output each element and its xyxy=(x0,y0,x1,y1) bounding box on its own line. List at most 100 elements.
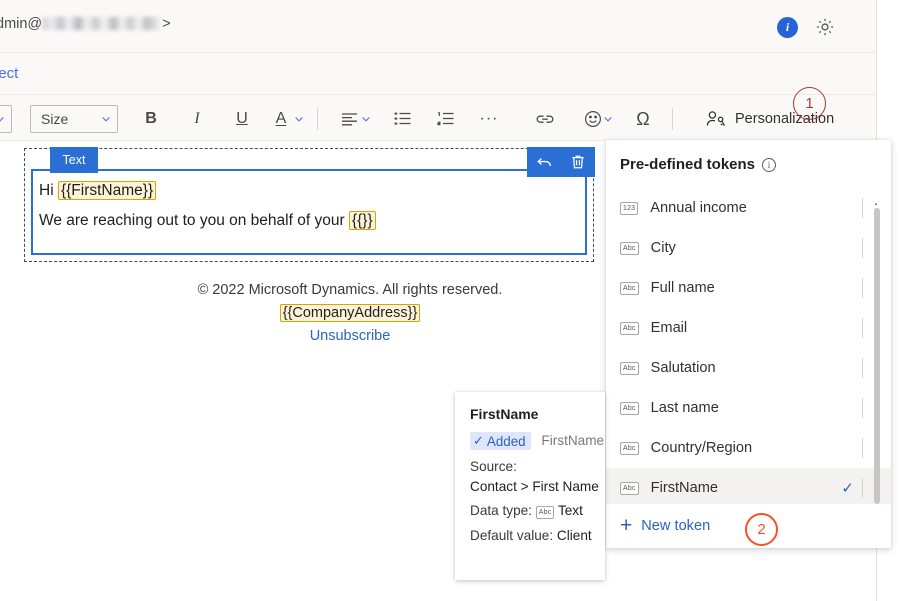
token-list-item[interactable]: AbcCity··· xyxy=(606,228,891,268)
row-divider xyxy=(862,478,863,498)
underline-button[interactable]: U xyxy=(225,103,259,135)
from-address-suffix: > xyxy=(162,16,170,32)
text-type-icon: Abc xyxy=(620,242,639,255)
flyout-token-name: FirstName xyxy=(541,433,604,448)
row-divider xyxy=(862,198,863,218)
underline-label: U xyxy=(236,110,248,128)
text-block-content[interactable]: Hi {{FirstName}} We are reaching out to … xyxy=(31,169,587,255)
bold-label: B xyxy=(145,110,157,128)
email-editor-app: dmin@ > i ject Size B I xyxy=(0,0,876,601)
text-type-icon: Abc xyxy=(620,442,639,455)
flyout-added-row: ✓Added FirstName xyxy=(470,432,605,450)
numbered-list-icon[interactable] xyxy=(428,103,462,135)
body-line-1-text: Hi xyxy=(39,182,58,199)
predefined-tokens-panel: Pre-defined tokens i 123Annual income···… xyxy=(606,140,891,548)
omega-icon: Ω xyxy=(636,109,649,130)
subject-row: ject xyxy=(0,54,876,95)
body-line-2: We are reaching out to you on behalf of … xyxy=(39,206,579,236)
token-selected-check-icon: ✓ xyxy=(841,479,854,497)
token-list-scrollbar[interactable] xyxy=(874,208,880,504)
font-family-dropdown[interactable] xyxy=(0,105,12,133)
personalization-token-companyaddress[interactable]: {{CompanyAddress}} xyxy=(280,304,421,322)
token-list-item-label: Email xyxy=(651,320,862,336)
number-type-icon: 123 xyxy=(620,202,638,215)
flyout-default-row: Default value: Client xyxy=(470,528,605,543)
token-list-item-label: City xyxy=(651,240,862,256)
token-list-item[interactable]: AbcEmail··· xyxy=(606,308,891,348)
block-type-label: Text xyxy=(50,147,98,173)
flyout-datatype-value: Text xyxy=(558,503,583,518)
chevron-down-icon xyxy=(0,114,5,124)
token-list-item-label: FirstName xyxy=(651,480,842,496)
more-options-button[interactable]: ··· xyxy=(472,103,506,135)
body-line-2-text: We are reaching out to you on behalf of … xyxy=(39,212,349,229)
predefined-tokens-title: Pre-defined tokens xyxy=(620,156,755,173)
info-outline-icon[interactable]: i xyxy=(762,158,776,172)
token-list-item[interactable]: AbcFirstName✓··· xyxy=(606,468,891,508)
row-divider xyxy=(862,398,863,418)
text-type-icon: Abc xyxy=(620,402,639,415)
font-color-label: A xyxy=(276,110,287,128)
gear-icon[interactable] xyxy=(814,16,836,38)
flyout-default-label: Default value: xyxy=(470,528,553,543)
personalization-token-firstname[interactable]: {{FirstName}} xyxy=(58,181,156,200)
subject-link[interactable]: ject xyxy=(0,65,18,82)
row-divider xyxy=(862,278,863,298)
redacted-domain xyxy=(43,17,161,30)
bulleted-list-icon[interactable] xyxy=(385,103,419,135)
formatting-toolbar: Size B I U A ··· xyxy=(0,96,876,141)
chevron-down-icon xyxy=(101,114,111,124)
flyout-datatype-label: Data type: xyxy=(470,503,532,518)
font-size-dropdown[interactable]: Size xyxy=(30,105,118,133)
toolbar-divider xyxy=(317,108,318,130)
personalization-label: Personalization xyxy=(735,111,834,127)
flyout-default-value: Client xyxy=(557,528,592,543)
added-badge-label: Added xyxy=(487,434,526,449)
token-list-item[interactable]: AbcSalutation··· xyxy=(606,348,891,388)
plus-icon: + xyxy=(620,517,632,535)
text-type-icon: Abc xyxy=(536,506,555,519)
token-list-item[interactable]: AbcLast name··· xyxy=(606,388,891,428)
token-list-item[interactable]: AbcFull name··· xyxy=(606,268,891,308)
undo-icon[interactable] xyxy=(535,153,553,171)
row-divider xyxy=(862,358,863,378)
footer-copyright: © 2022 Microsoft Dynamics. All rights re… xyxy=(0,279,700,302)
text-type-icon: Abc xyxy=(620,322,639,335)
align-chevron[interactable] xyxy=(358,103,374,135)
token-list-item[interactable]: 123Annual income··· xyxy=(606,188,891,228)
personalization-button[interactable]: Personalization xyxy=(700,104,840,134)
row-divider xyxy=(862,238,863,258)
header-actions: i xyxy=(777,16,836,38)
footer-token-row: {{CompanyAddress}} xyxy=(0,302,700,325)
row-divider xyxy=(862,438,863,458)
link-icon[interactable] xyxy=(528,103,562,135)
predefined-tokens-header: Pre-defined tokens i xyxy=(606,140,891,173)
chevron-down-icon xyxy=(361,114,371,124)
chevron-down-icon xyxy=(294,114,304,124)
token-list-item-label: Country/Region xyxy=(651,440,862,456)
from-address-prefix: dmin@ xyxy=(0,16,42,32)
unsubscribe-link[interactable]: Unsubscribe xyxy=(0,325,700,348)
email-footer: © 2022 Microsoft Dynamics. All rights re… xyxy=(0,279,700,348)
added-badge: ✓Added xyxy=(470,432,531,450)
italic-label: I xyxy=(194,110,199,128)
font-color-chevron[interactable] xyxy=(291,103,307,135)
text-block[interactable]: Text Hi {{FirstName}} We are reaching ou… xyxy=(24,148,594,262)
italic-button[interactable]: I xyxy=(180,103,214,135)
token-list-item[interactable]: AbcCountry/Region··· xyxy=(606,428,891,468)
bold-button[interactable]: B xyxy=(134,103,168,135)
trash-icon[interactable] xyxy=(569,153,587,171)
token-list: 123Annual income···AbcCity···AbcFull nam… xyxy=(606,188,891,518)
from-row: dmin@ > i xyxy=(0,0,876,53)
special-character-button[interactable]: Ω xyxy=(626,103,660,135)
new-token-button[interactable]: + New token xyxy=(606,504,891,548)
emoji-chevron[interactable] xyxy=(600,103,616,135)
text-type-icon: Abc xyxy=(620,362,639,375)
row-divider xyxy=(862,318,863,338)
info-icon[interactable]: i xyxy=(777,17,798,38)
flyout-datatype-row: Data type: Abc Text xyxy=(470,503,605,519)
token-list-item-label: Salutation xyxy=(651,360,862,376)
font-size-value: Size xyxy=(41,111,85,127)
token-list-item-label: Full name xyxy=(651,280,862,296)
personalization-token-empty[interactable]: {{}} xyxy=(349,211,376,230)
